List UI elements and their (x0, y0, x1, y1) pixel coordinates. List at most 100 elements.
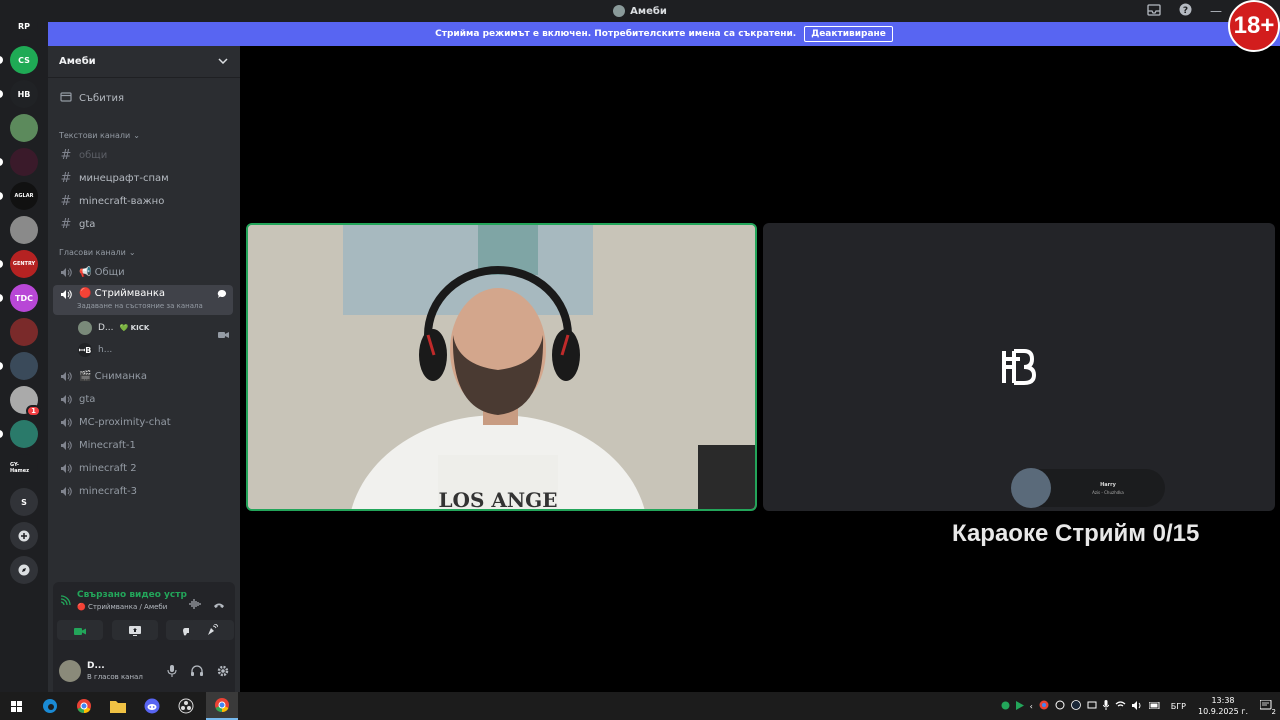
user-panel: D... В гласов канал (53, 650, 235, 692)
webcam-video-tile[interactable]: LOS ANGE (246, 223, 757, 511)
volume-icon[interactable] (1131, 700, 1143, 712)
server-round[interactable] (10, 318, 38, 346)
server-rp-label: RP (17, 21, 31, 31)
server-header[interactable]: Амеби (48, 46, 240, 78)
play-icon[interactable] (1015, 700, 1024, 712)
text-channel-minecraft-important[interactable]: # minecraft-важно (53, 191, 233, 211)
edge-icon[interactable] (36, 692, 64, 720)
discover-icon[interactable] (10, 556, 38, 584)
tray-app-icon[interactable] (1055, 700, 1065, 712)
chrome-tray-icon[interactable] (1039, 700, 1049, 712)
server-gameroom-label: GY-Hamez (10, 462, 30, 474)
unread-indicator (0, 158, 3, 166)
server-statue[interactable] (10, 216, 38, 244)
server-tree[interactable] (10, 114, 38, 142)
camera-icon (218, 324, 229, 343)
notification-count: 2 (1271, 707, 1276, 716)
voice-user-d[interactable]: D... 💚 KICK (78, 318, 149, 338)
connection-status[interactable]: Свързано видео устройство (77, 590, 187, 600)
screen-share-tile[interactable]: Harry Azis - Chuzhdka (763, 223, 1275, 511)
back-icon[interactable]: ‹ (1030, 702, 1033, 711)
username: D... (87, 661, 105, 671)
chevron-down-icon: ⌄ (133, 131, 140, 140)
inbox-icon[interactable] (1147, 3, 1161, 19)
voice-channel-filming[interactable]: 🎬 Сниманка (53, 366, 233, 386)
server-s-label: S (21, 497, 27, 507)
windows-start-icon[interactable] (2, 692, 30, 720)
gear-icon[interactable] (217, 662, 229, 681)
speaker-icon (59, 370, 73, 382)
noise-suppression-icon[interactable] (189, 594, 201, 613)
text-channel-general[interactable]: # общи (53, 145, 233, 165)
server-gameroom[interactable]: GY-Hamez (10, 454, 38, 482)
system-tray: ‹ БГР 13:38 10.9.2025 г. 2 (1001, 692, 1280, 720)
disconnect-icon[interactable] (213, 594, 225, 613)
soundboard-button[interactable] (189, 620, 234, 640)
tray-steam-icon[interactable] (1070, 700, 1081, 712)
headphones-icon[interactable] (191, 662, 203, 681)
tray-mic-icon[interactable] (1102, 700, 1110, 712)
language-indicator[interactable]: БГР (1171, 702, 1186, 711)
server-s[interactable]: S (10, 488, 38, 516)
server-tdc[interactable]: TDC (0, 284, 38, 312)
events-item[interactable]: Събития (53, 88, 233, 108)
chat-bubble-icon[interactable] (217, 289, 227, 302)
file-explorer-icon[interactable] (104, 692, 132, 720)
speaker-icon (59, 393, 73, 405)
chrome-active-icon[interactable] (206, 692, 238, 720)
speaker-icon (59, 416, 73, 428)
battery-icon[interactable] (1148, 701, 1161, 711)
user-avatar[interactable] (59, 660, 81, 682)
microphone-icon[interactable] (167, 662, 177, 681)
server-cs[interactable]: CS (0, 46, 38, 74)
text-category[interactable]: Текстови канали ⌄ (59, 131, 140, 140)
voice-channel-mc-proximity[interactable]: MC-proximity-chat (53, 412, 233, 432)
title-bar: Амеби ? — (0, 0, 1280, 22)
server-char[interactable]: 1 (10, 386, 41, 417)
server-aglar[interactable]: AGLAR (0, 182, 38, 210)
screen-share-button[interactable] (112, 620, 158, 640)
voice-channel-gta[interactable]: gta (53, 389, 233, 409)
hash-icon: # (60, 216, 72, 232)
voice-channel-minecraft-1[interactable]: Minecraft-1 (53, 435, 233, 455)
tray-network-icon[interactable] (1087, 700, 1097, 712)
banner-text: Стрийма режимът е включен. Потребителски… (435, 29, 797, 39)
chevron-down-icon: ⌄ (128, 248, 136, 257)
help-icon[interactable]: ? (1179, 3, 1192, 19)
user-info[interactable]: D... В гласов канал (87, 661, 161, 681)
server-hb[interactable]: HB (0, 80, 38, 108)
server-alien[interactable] (0, 420, 38, 448)
unread-indicator (0, 260, 3, 268)
voice-channel-minecraft-2[interactable]: minecraft 2 (53, 458, 233, 478)
webcam-feed: LOS ANGE (248, 225, 755, 509)
clock[interactable]: 13:38 10.9.2025 г. (1198, 695, 1248, 717)
voice-channel-stream[interactable]: 🔴 Стриймванка Задаване на състояние за к… (53, 285, 233, 315)
hash-icon: # (60, 193, 72, 209)
deactivate-button[interactable]: Деактивиране (804, 26, 893, 42)
svg-text:LOS ANGE: LOS ANGE (438, 488, 557, 509)
server-face[interactable] (0, 352, 38, 380)
voice-category[interactable]: Гласови канали ⌄ (59, 248, 136, 257)
server-tdc-label: TDC (15, 293, 33, 303)
add-server-icon[interactable] (10, 522, 38, 550)
obs-icon[interactable] (172, 692, 200, 720)
status-green-icon[interactable] (1001, 701, 1010, 712)
chrome-icon[interactable] (70, 692, 98, 720)
minimize-icon[interactable]: — (1210, 4, 1222, 18)
clock-time: 13:38 (1211, 696, 1235, 705)
voice-user-h[interactable]: ꟷB h... (78, 340, 112, 360)
window-title: Амеби (613, 5, 667, 17)
notifications-icon[interactable]: 2 (1259, 699, 1276, 716)
voice-channel-minecraft-3[interactable]: minecraft-3 (53, 481, 233, 501)
channel-status-prompt[interactable]: Задаване на състояние за канала (77, 302, 203, 310)
text-channel-minecraft-spam[interactable]: # минецрафт-спам (53, 168, 233, 188)
server-gentry[interactable]: GENTRY (0, 250, 38, 278)
discord-icon[interactable] (138, 692, 166, 720)
connection-location[interactable]: 🔴 Стриймванка / Амеби (77, 603, 167, 611)
voice-channel-general[interactable]: 📢 Общи (53, 262, 233, 282)
server-wolf[interactable] (0, 148, 38, 176)
camera-toggle-button[interactable] (57, 620, 103, 640)
music-player[interactable]: Harry Azis - Chuzhdka (1011, 468, 1165, 508)
text-channel-gta[interactable]: # gta (53, 214, 233, 234)
wifi-icon[interactable] (1115, 700, 1126, 712)
